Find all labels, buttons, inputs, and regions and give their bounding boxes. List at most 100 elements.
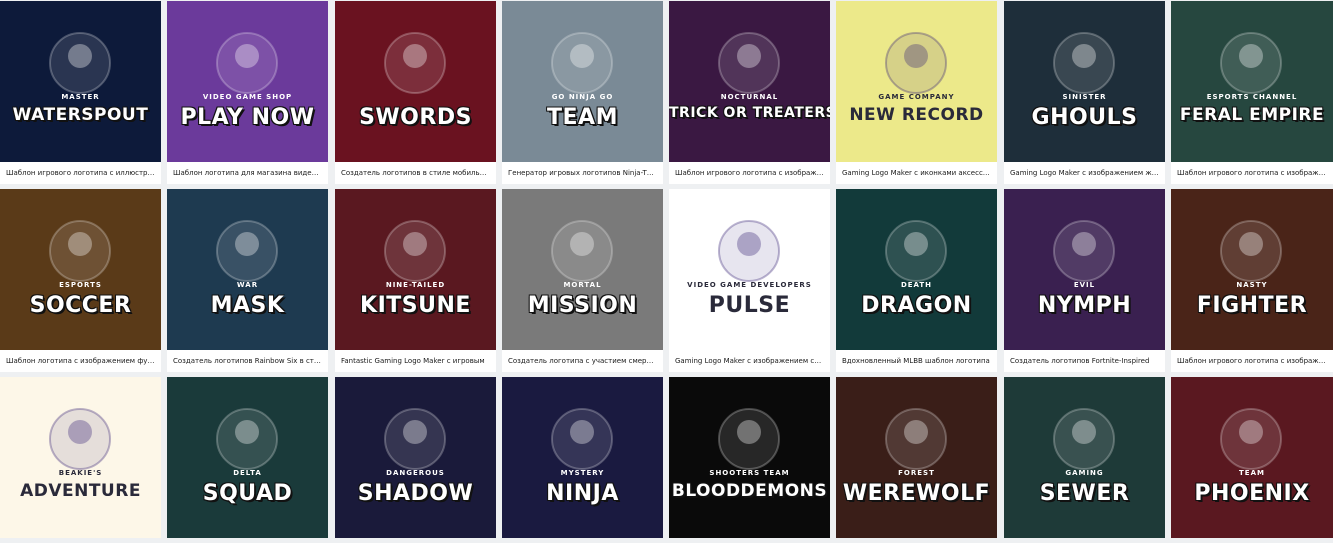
logo-title: SQUAD	[202, 481, 293, 506]
logo-subtitle: ESPORTS	[59, 281, 102, 289]
logo-template-card[interactable]: SINISTER GHOULS Gaming Logo Maker с изобра…	[1004, 1, 1165, 184]
logo-thumbnail[interactable]: MORTAL MISSION	[502, 189, 663, 350]
logo-thumbnail[interactable]: NASTY FIGHTER	[1171, 189, 1333, 350]
logo-template-card[interactable]: EVIL NYMPH Создатель логотипов Fortnite-In…	[1004, 189, 1165, 372]
logo-thumbnail[interactable]: SWORDS	[335, 1, 496, 162]
template-caption[interactable]: Шаблон игрового логотипа с изображением	[669, 162, 830, 184]
logo-template-card[interactable]: DEATH DRAGON Вдохновленный MLBB шаблон лог…	[836, 189, 997, 372]
logo-template-card[interactable]: WAR MASK Создатель логотипов Rainbow Six в…	[167, 189, 328, 372]
logo-thumbnail[interactable]: GAME COMPANY NEW RECORD	[836, 1, 997, 162]
logo-template-card[interactable]: MYSTERY NINJA	[502, 377, 663, 538]
mascot-emblem-icon	[718, 408, 780, 470]
template-caption[interactable]: Создатель логотипов Rainbow Six в стиле	[167, 350, 328, 372]
logo-title: GHOULS	[1031, 105, 1138, 130]
logo-subtitle: FOREST	[898, 469, 935, 477]
logo-title: NINJA	[546, 481, 619, 506]
logo-subtitle: DANGEROUS	[386, 469, 445, 477]
mascot-emblem-icon	[718, 32, 780, 94]
template-caption[interactable]: Вдохновленный MLBB шаблон логотипа	[836, 350, 997, 372]
logo-template-card[interactable]: ESPORTS CHANNEL FERAL EMPIRE Шаблон игрово…	[1171, 1, 1333, 184]
logo-thumbnail[interactable]: NOCTURNAL TRICK OR TREATERS	[669, 1, 830, 162]
mascot-emblem-icon	[49, 220, 111, 282]
template-caption[interactable]: Gaming Logo Maker с иконками аксессуаров	[836, 162, 997, 184]
logo-subtitle: DELTA	[233, 469, 262, 477]
mascot-emblem-icon	[384, 32, 446, 94]
logo-template-card[interactable]: FOREST WEREWOLF	[836, 377, 997, 538]
mascot-emblem-icon	[49, 32, 111, 94]
logo-thumbnail[interactable]: FOREST WEREWOLF	[836, 377, 997, 538]
logo-thumbnail[interactable]: EVIL NYMPH	[1004, 189, 1165, 350]
template-caption[interactable]: Создатель логотипа с участием смертных	[502, 350, 663, 372]
logo-subtitle: NASTY	[1236, 281, 1268, 289]
logo-title: WATERSPOUT	[12, 105, 149, 125]
template-caption[interactable]: Gaming Logo Maker с изображением сердца	[669, 350, 830, 372]
logo-subtitle: NINE-TAILED	[385, 281, 446, 289]
mascot-emblem-icon	[384, 220, 446, 282]
logo-title: KITSUNE	[360, 293, 471, 318]
logo-subtitle: MASTER	[61, 93, 100, 101]
logo-thumbnail[interactable]: TEAM PHOENIX	[1171, 377, 1333, 538]
mascot-emblem-icon	[49, 408, 111, 470]
logo-template-card[interactable]: NOCTURNAL TRICK OR TREATERS Шаблон игровог…	[669, 1, 830, 184]
logo-thumbnail[interactable]: SINISTER GHOULS	[1004, 1, 1165, 162]
logo-title: NYMPH	[1037, 293, 1132, 318]
template-caption[interactable]: Создатель логотипов Fortnite-Inspired	[1004, 350, 1165, 372]
template-caption[interactable]: Генератор игровых логотипов Ninja-Themed	[502, 162, 663, 184]
logo-template-card[interactable]: VIDEO GAME DEVELOPERS PULSE Gaming Logo Ma…	[669, 189, 830, 372]
logo-template-card[interactable]: MORTAL MISSION Создатель логотипа с участи…	[502, 189, 663, 372]
logo-template-card[interactable]: DANGEROUS SHADOW	[335, 377, 496, 538]
logo-template-card[interactable]: MASTER WATERSPOUT Шаблон игрового логотипа…	[0, 1, 161, 184]
mascot-emblem-icon	[551, 32, 613, 94]
logo-subtitle: ESPORTS CHANNEL	[1206, 93, 1298, 101]
logo-thumbnail[interactable]: DELTA SQUAD	[167, 377, 328, 538]
logo-thumbnail[interactable]: GAMING SEWER	[1004, 377, 1165, 538]
template-caption[interactable]: Gaming Logo Maker с изображением жуткого	[1004, 162, 1165, 184]
logo-title: SEWER	[1039, 481, 1130, 506]
logo-thumbnail[interactable]: NINE-TAILED KITSUNE	[335, 189, 496, 350]
logo-template-card[interactable]: SWORDS Создатель логотипов в стиле мобиль…	[335, 1, 496, 184]
logo-subtitle: VIDEO GAME SHOP	[202, 93, 293, 101]
logo-thumbnail[interactable]: GO NINJA GO TEAM	[502, 1, 663, 162]
mascot-emblem-icon	[216, 220, 278, 282]
logo-thumbnail[interactable]: SHOOTERS TEAM BLOODDEMONS	[669, 377, 830, 538]
logo-thumbnail[interactable]: DEATH DRAGON	[836, 189, 997, 350]
mascot-emblem-icon	[216, 408, 278, 470]
logo-thumbnail[interactable]: DANGEROUS SHADOW	[335, 377, 496, 538]
logo-template-card[interactable]: BEAKIE'S ADVENTURE	[0, 377, 161, 538]
logo-thumbnail[interactable]: MYSTERY NINJA	[502, 377, 663, 538]
logo-thumbnail[interactable]: ESPORTS SOCCER	[0, 189, 161, 350]
logo-thumbnail[interactable]: VIDEO GAME SHOP PLAY NOW	[167, 1, 328, 162]
template-caption[interactable]: Шаблон игрового логотипа с иллюстрацией	[0, 162, 161, 184]
logo-thumbnail[interactable]: WAR MASK	[167, 189, 328, 350]
mascot-emblem-icon	[885, 32, 947, 94]
logo-title: SOCCER	[29, 293, 132, 318]
mascot-emblem-icon	[885, 408, 947, 470]
logo-template-card[interactable]: GAMING SEWER	[1004, 377, 1165, 538]
template-caption[interactable]: Fantastic Gaming Logo Maker с игровым	[335, 350, 496, 372]
logo-thumbnail[interactable]: ESPORTS CHANNEL FERAL EMPIRE	[1171, 1, 1333, 162]
template-caption[interactable]: Шаблон игрового логотипа с изображением …	[1171, 350, 1333, 372]
logo-subtitle: TEAM	[1239, 469, 1265, 477]
logo-template-card[interactable]: GO NINJA GO TEAM Генератор игровых логотип…	[502, 1, 663, 184]
logo-thumbnail[interactable]: VIDEO GAME DEVELOPERS PULSE	[669, 189, 830, 350]
mascot-emblem-icon	[1053, 408, 1115, 470]
logo-template-card[interactable]: DELTA SQUAD	[167, 377, 328, 538]
logo-template-card[interactable]: NASTY FIGHTER Шаблон игрового логотипа с и…	[1171, 189, 1333, 372]
mascot-emblem-icon	[1053, 220, 1115, 282]
logo-title: MASK	[210, 293, 285, 318]
logo-template-card[interactable]: GAME COMPANY NEW RECORD Gaming Logo Maker …	[836, 1, 997, 184]
logo-title: SWORDS	[359, 105, 472, 130]
logo-thumbnail[interactable]: MASTER WATERSPOUT	[0, 1, 161, 162]
template-caption[interactable]: Создатель логотипов в стиле мобильных иг…	[335, 162, 496, 184]
template-caption[interactable]: Шаблон игрового логотипа с изображением	[1171, 162, 1333, 184]
logo-template-card[interactable]: SHOOTERS TEAM BLOODDEMONS	[669, 377, 830, 538]
template-caption[interactable]: Шаблон логотипа для магазина видеоигр	[167, 162, 328, 184]
logo-template-card[interactable]: NINE-TAILED KITSUNE Fantastic Gaming Logo …	[335, 189, 496, 372]
mascot-emblem-icon	[1220, 408, 1282, 470]
template-caption[interactable]: Шаблон логотипа с изображением футбола	[0, 350, 161, 372]
mascot-emblem-icon	[1220, 220, 1282, 282]
logo-thumbnail[interactable]: BEAKIE'S ADVENTURE	[0, 377, 161, 538]
logo-template-card[interactable]: VIDEO GAME SHOP PLAY NOW Шаблон логотипа д…	[167, 1, 328, 184]
logo-template-card[interactable]: ESPORTS SOCCER Шаблон логотипа с изображен…	[0, 189, 161, 372]
logo-template-card[interactable]: TEAM PHOENIX	[1171, 377, 1333, 538]
